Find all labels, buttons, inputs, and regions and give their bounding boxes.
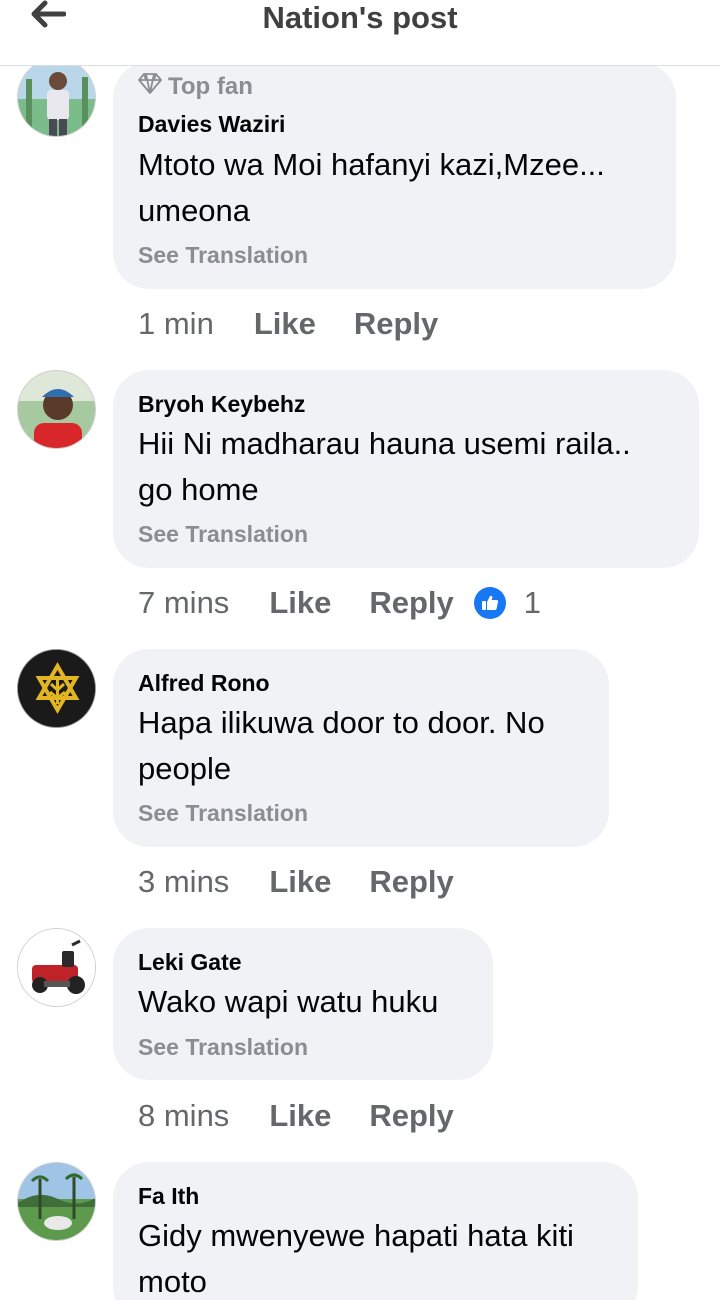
like-button[interactable]: Like [254, 306, 316, 342]
reaction-count: 1 [523, 585, 542, 620]
reply-button[interactable]: Reply [369, 1098, 453, 1134]
comment-timestamp: 1 min [138, 306, 214, 341]
diamond-icon [138, 72, 162, 101]
top-fan-badge: Top fan [138, 72, 253, 101]
like-button[interactable]: Like [269, 585, 331, 621]
comment-author[interactable]: Fa Ith [138, 1183, 199, 1210]
top-bar: Nation's post [0, 0, 720, 66]
avatar[interactable] [17, 1162, 96, 1241]
see-translation-link[interactable]: See Translation [138, 800, 308, 827]
comment-actions: 1 min Like Reply [138, 304, 476, 344]
comment-bubble: Fa Ith Gidy mwenyewe hapati hata kiti mo… [113, 1162, 638, 1300]
avatar[interactable] [17, 370, 96, 449]
see-translation-link[interactable]: See Translation [138, 521, 308, 548]
reply-button[interactable]: Reply [369, 864, 453, 900]
avatar[interactable] [17, 58, 96, 137]
comment-timestamp: 7 mins [138, 585, 230, 620]
comment-text: Wako wapi watu huku [138, 984, 439, 1019]
avatar[interactable] [17, 928, 96, 1007]
page-title: Nation's post [262, 0, 458, 35]
comment-author[interactable]: Leki Gate [138, 949, 242, 976]
reply-button[interactable]: Reply [369, 585, 453, 621]
comment-text: Gidy mwenyewe hapati hata kiti moto [138, 1218, 574, 1299]
comment-author[interactable]: Davies Waziri [138, 111, 285, 138]
comment-text: Hapa ilikuwa door to door. No people [138, 705, 545, 786]
comment-bubble: Bryoh Keybehz Hii Ni madharau hauna usem… [113, 370, 699, 568]
comment-actions: 3 mins Like Reply [138, 862, 492, 902]
comment-actions: 7 mins Like Reply 1 [138, 583, 541, 623]
comment-bubble: Alfred Rono Hapa ilikuwa door to door. N… [113, 649, 609, 847]
comment-timestamp: 8 mins [138, 1098, 230, 1133]
comment-bubble: Leki Gate Wako wapi watu huku See Transl… [113, 928, 493, 1080]
comment-timestamp: 3 mins [138, 864, 230, 899]
comment-text: Hii Ni madharau hauna usemi raila.. go h… [138, 426, 631, 507]
see-translation-link[interactable]: See Translation [138, 242, 308, 269]
like-button[interactable]: Like [269, 864, 331, 900]
top-fan-label: Top fan [168, 72, 253, 100]
comment-bubble: Top fan Davies Waziri Mtoto wa Moi hafan… [113, 62, 676, 289]
thumbs-up-icon [473, 587, 506, 619]
reply-button[interactable]: Reply [354, 306, 438, 342]
see-translation-link[interactable]: See Translation [138, 1034, 308, 1061]
like-button[interactable]: Like [269, 1098, 331, 1134]
comment-actions: 8 mins Like Reply [138, 1096, 492, 1136]
avatar[interactable] [17, 649, 96, 728]
comment-author[interactable]: Alfred Rono [138, 670, 270, 697]
reaction-summary[interactable]: 1 [473, 585, 542, 621]
comment-author[interactable]: Bryoh Keybehz [138, 391, 305, 418]
comment-text: Mtoto wa Moi hafanyi kazi,Mzee... umeona [138, 147, 605, 228]
